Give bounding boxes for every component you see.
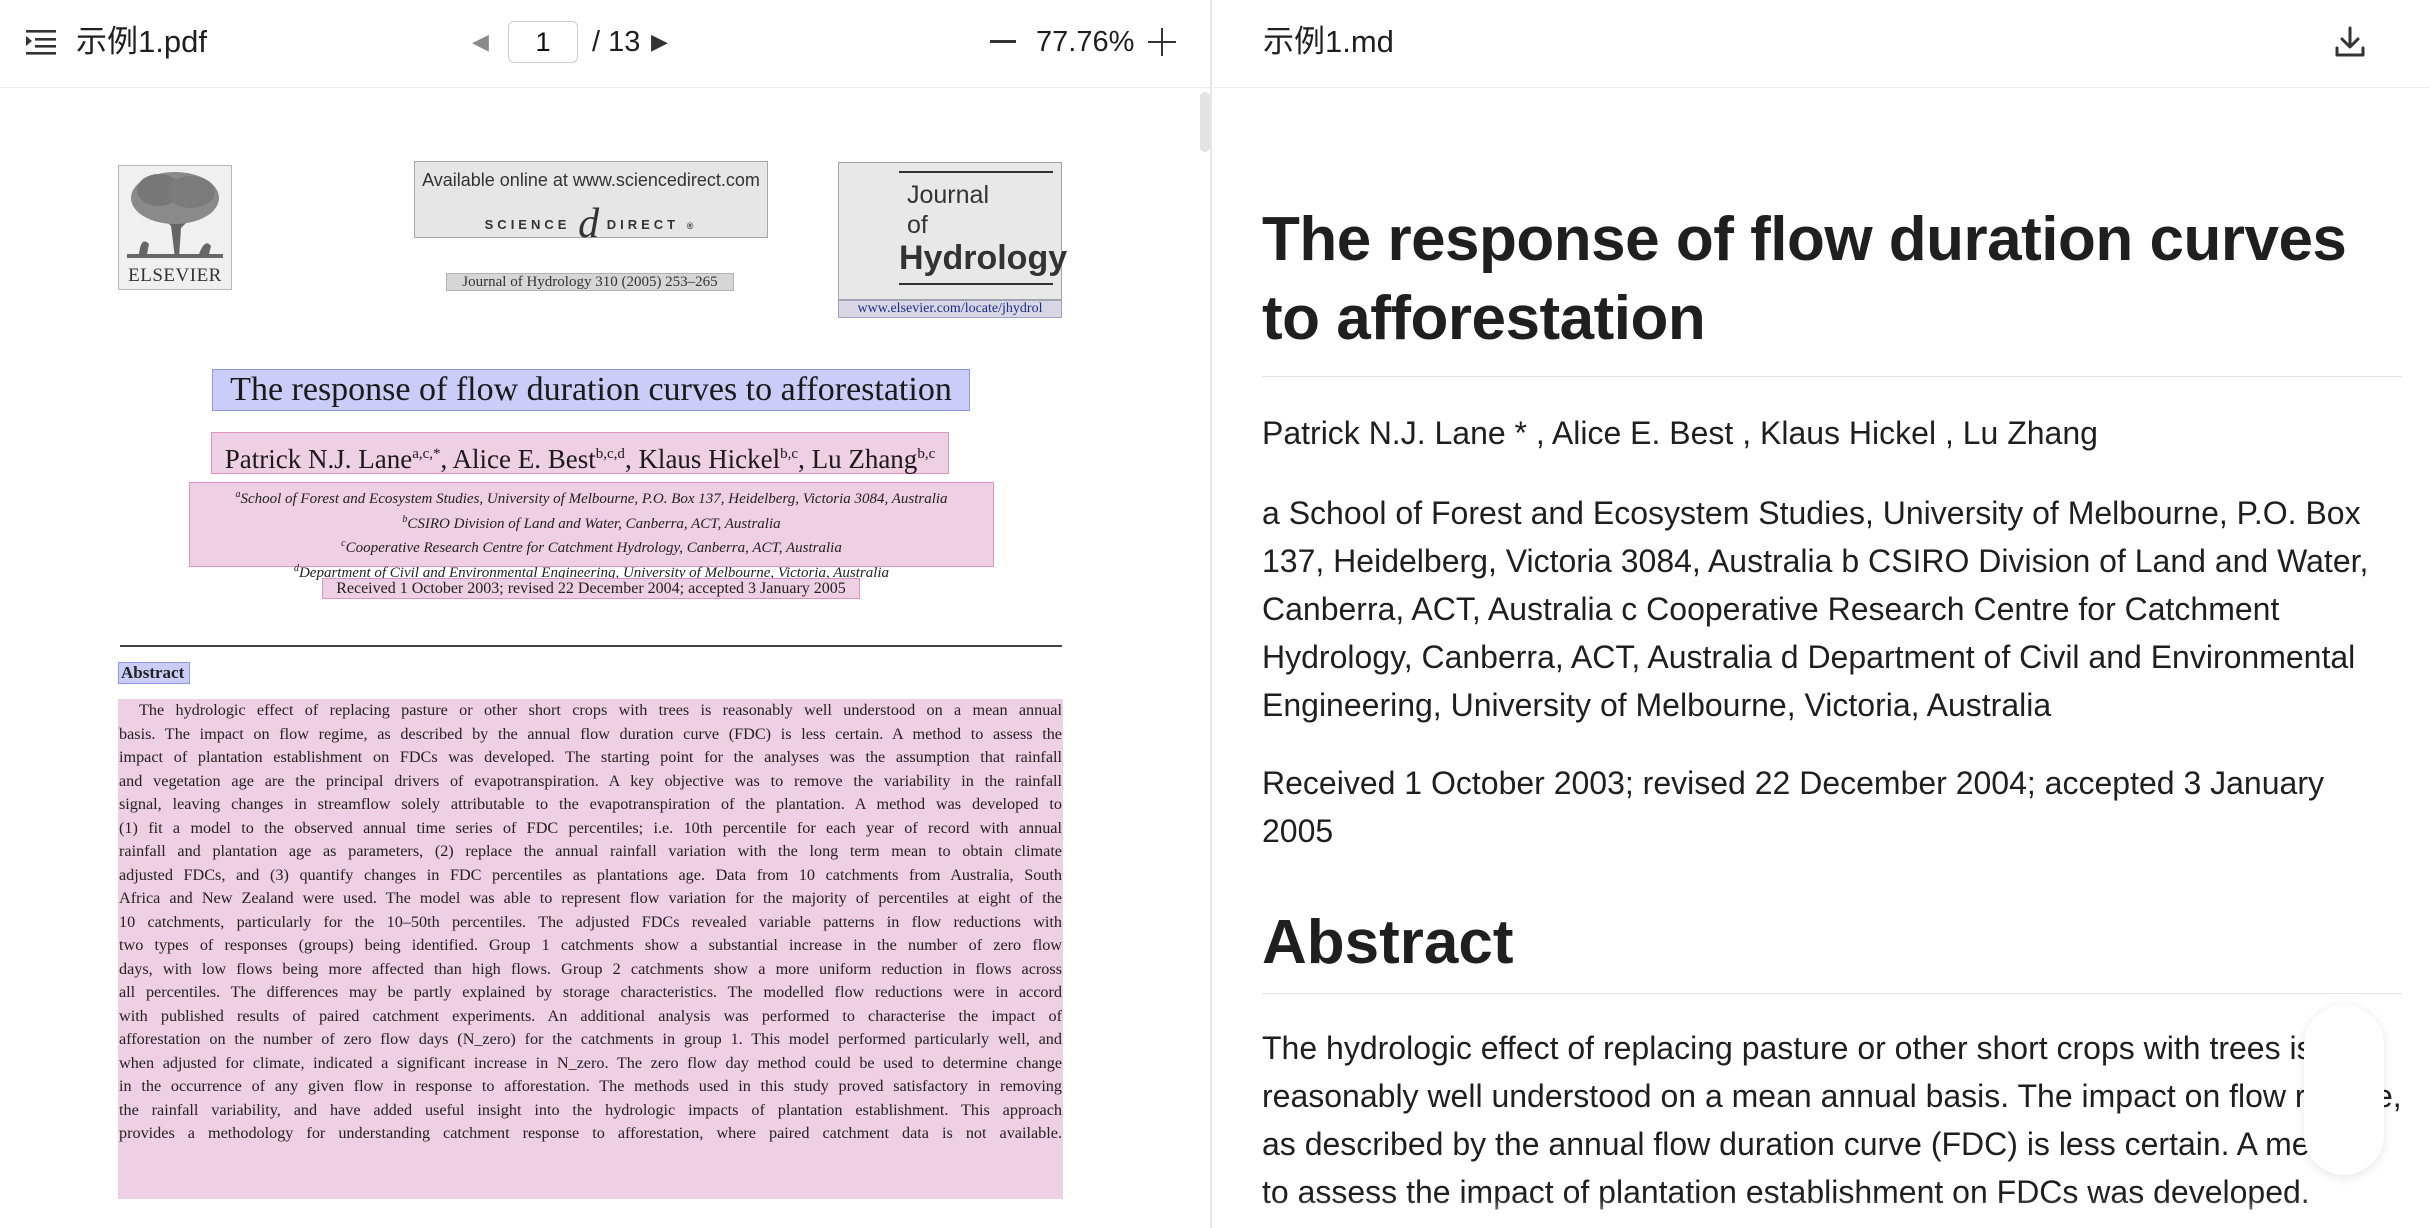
md-abstract-heading: Abstract — [1262, 903, 2402, 994]
plus-icon[interactable] — [1148, 28, 1176, 56]
bottom-fade — [1214, 1198, 2430, 1228]
download-icon[interactable] — [2332, 24, 2368, 60]
sciencedirect-banner: Available online at www.sciencedirect.co… — [414, 161, 768, 247]
pdf-abstract-body: The hydrologic effect of replacing pastu… — [118, 699, 1063, 1199]
page-number-input[interactable] — [508, 21, 578, 63]
markdown-pane: 示例1.md The response of flow duration cur… — [1214, 0, 2430, 1228]
jh-journal: Journal — [907, 181, 989, 209]
pdf-authors: Patrick N.J. Lanea,c,*, Alice E. Bestb,c… — [211, 432, 949, 474]
sd-d: d — [578, 201, 600, 247]
elsevier-logo: ELSEVIER — [118, 165, 232, 290]
pdf-title: The response of flow duration curves to … — [212, 369, 970, 411]
page-total: / 13 — [592, 26, 641, 58]
pdf-divider — [120, 645, 1062, 647]
md-title: The response of flow duration curves to … — [1262, 200, 2402, 377]
md-filename: 示例1.md — [1263, 24, 1394, 59]
jh-hydrology: Hydrology — [899, 239, 1068, 277]
sd-direct: DIRECT — [606, 217, 680, 232]
md-authors: Patrick N.J. Lane * , Alice E. Best , Kl… — [1262, 415, 2098, 451]
minus-icon[interactable] — [990, 40, 1016, 43]
pdf-toolbar: 示例1.pdf ◀ / 13 ▶ 77.76% — [0, 0, 1210, 88]
md-affiliations: a School of Forest and Ecosystem Studies… — [1262, 495, 2369, 723]
pdf-abstract-heading: Abstract — [118, 662, 190, 684]
jh-of: of — [907, 211, 928, 239]
triangle-right-icon[interactable]: ▶ — [651, 26, 668, 58]
md-abstract-body: The hydrologic effect of replacing pastu… — [1262, 1030, 2402, 1210]
elsevier-wordmark: ELSEVIER — [128, 265, 222, 286]
markdown-toolbar: 示例1.md — [1214, 0, 2430, 88]
pdf-viewer-pane: 示例1.pdf ◀ / 13 ▶ 77.76% ELSEVIER Availab… — [0, 0, 1212, 1228]
journal-reference: Journal of Hydrology 310 (2005) 253–265 — [446, 273, 734, 291]
pdf-filename: 示例1.pdf — [76, 24, 207, 59]
md-received-dates: Received 1 October 2003; revised 22 Dece… — [1262, 765, 2324, 849]
outline-menu-icon[interactable] — [26, 28, 56, 56]
journal-url[interactable]: www.elsevier.com/locate/jhydrol — [838, 300, 1062, 318]
markdown-content: The response of flow duration curves to … — [1262, 200, 2402, 1216]
pdf-affiliations: aSchool of Forest and Ecosystem Studies,… — [189, 482, 994, 581]
triangle-left-icon[interactable]: ◀ — [472, 26, 489, 58]
floating-action-widget[interactable] — [2304, 1005, 2384, 1175]
pdf-received-dates: Received 1 October 2003; revised 22 Dece… — [322, 578, 860, 599]
sciencedirect-logo: SCIENCE d DIRECT ® — [484, 201, 698, 247]
pdf-scrollbar[interactable] — [1200, 92, 1210, 152]
zoom-level: 77.76% — [1036, 26, 1135, 58]
available-online-text: Available online at www.sciencedirect.co… — [422, 170, 760, 190]
elsevier-tree-icon — [127, 172, 223, 258]
sd-science: SCIENCE — [484, 217, 571, 232]
journal-of-hydrology-logo: Journal of Hydrology — [838, 162, 1067, 300]
pdf-page: ELSEVIER Available online at www.science… — [0, 89, 1198, 1228]
